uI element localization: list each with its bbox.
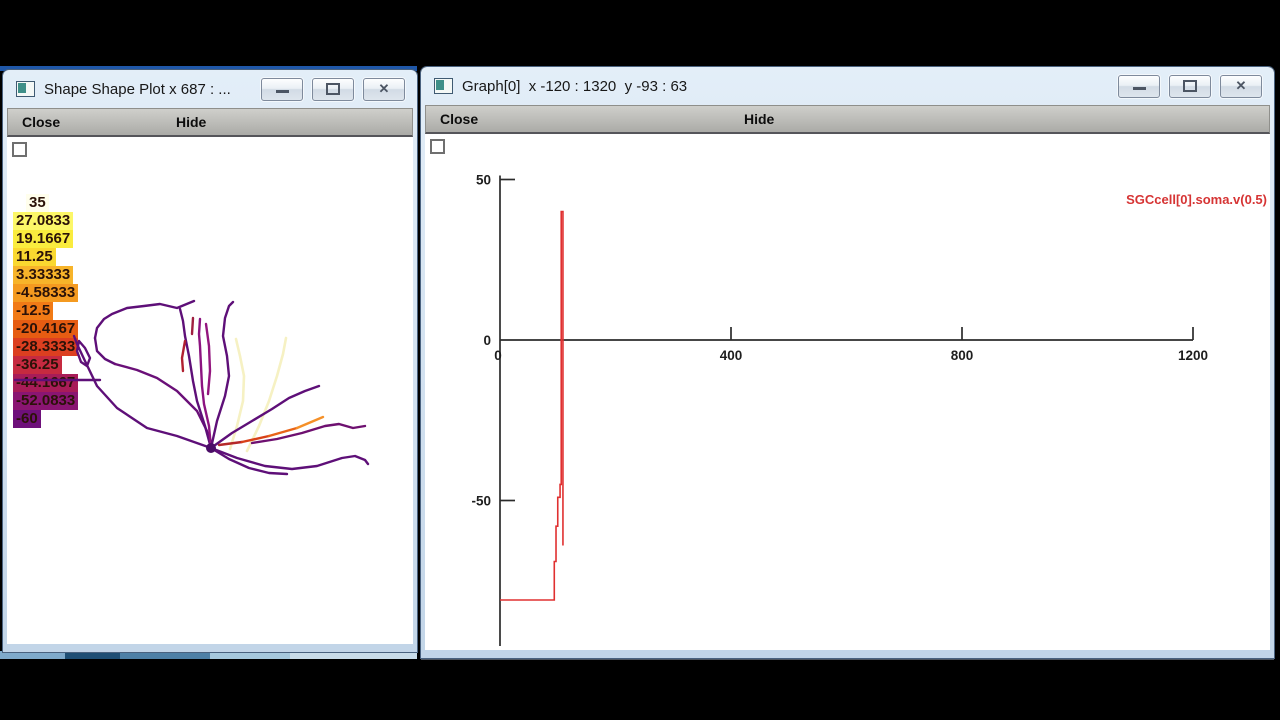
dendrite-branch xyxy=(206,324,210,394)
taskbar-segment xyxy=(0,651,65,659)
soma xyxy=(206,443,216,453)
window-app-icon xyxy=(434,78,453,94)
graph-canvas: 50 0 -50 0 400 800 1200 SGCcell[0].soma.v(0.5) xyxy=(425,134,1270,650)
maximize-button[interactable] xyxy=(1169,75,1211,98)
taskbar-segment xyxy=(210,651,290,659)
morphology-svg xyxy=(7,137,411,644)
minimize-button[interactable] xyxy=(1118,75,1160,98)
window-app-icon xyxy=(16,81,35,97)
minimize-icon xyxy=(1133,87,1146,90)
taskbar-segment xyxy=(120,651,210,659)
shape-plot-window: Shape Shape Plot x 687 : ... ✕ Close Hid… xyxy=(3,70,417,652)
dendrite-branch xyxy=(95,338,115,364)
minimize-icon xyxy=(276,90,289,93)
shape-plot-menubar: Close Hide xyxy=(7,108,413,137)
close-icon: ✕ xyxy=(379,81,390,96)
x-tick-label: 1200 xyxy=(1178,348,1208,363)
menu-item-close[interactable]: Close xyxy=(426,111,478,127)
y-tick-label: 50 xyxy=(476,173,491,188)
menu-item-close[interactable]: Close xyxy=(8,114,60,130)
close-button[interactable]: ✕ xyxy=(1220,75,1262,98)
dendrite-branch xyxy=(182,341,185,371)
taskbar-segment xyxy=(290,651,417,659)
dendrite-branch xyxy=(211,448,368,469)
window-title: Graph[0] x -120 : 1320 y -93 : 63 xyxy=(462,78,687,95)
minimize-button[interactable] xyxy=(261,78,303,101)
x-tick-label: 800 xyxy=(951,348,974,363)
graph-menubar: Close Hide xyxy=(425,105,1270,134)
y-tick-label: 0 xyxy=(483,333,491,348)
dendrite-branch xyxy=(211,386,319,448)
window-title: Shape Shape Plot x 687 : ... xyxy=(44,81,231,98)
voltage-trace xyxy=(500,212,563,600)
y-tick-label: -50 xyxy=(471,494,491,509)
taskbar-segment xyxy=(65,651,120,659)
graph-window: Graph[0] x -120 : 1320 y -93 : 63 ✕ Clos… xyxy=(421,67,1274,658)
dendrite-branch xyxy=(74,336,211,448)
dendrite-branch xyxy=(95,301,194,338)
dendrite-branch xyxy=(211,302,233,448)
menu-item-hide[interactable]: Hide xyxy=(176,114,206,130)
close-button[interactable]: ✕ xyxy=(363,78,405,101)
dendrite-branch xyxy=(297,417,323,428)
maximize-icon xyxy=(1183,80,1197,92)
taskbar-sliver xyxy=(0,651,417,659)
x-tick-label: 400 xyxy=(720,348,743,363)
dendrite-branch xyxy=(115,364,211,448)
dendrite-branch xyxy=(252,424,365,443)
maximize-button[interactable] xyxy=(312,78,354,101)
close-icon: ✕ xyxy=(1236,78,1247,93)
maximize-icon xyxy=(326,83,340,95)
shape-plot-titlebar[interactable]: Shape Shape Plot x 687 : ... ✕ xyxy=(7,70,413,108)
shape-plot-canvas: 3527.083319.166711.253.33333-4.58333-12.… xyxy=(7,137,413,644)
x-tick-label: 0 xyxy=(494,348,502,363)
menu-item-hide[interactable]: Hide xyxy=(744,111,774,127)
trace-legend-label[interactable]: SGCcell[0].soma.v(0.5) xyxy=(1126,192,1267,207)
graph-titlebar[interactable]: Graph[0] x -120 : 1320 y -93 : 63 ✕ xyxy=(425,67,1270,105)
dendrite-branch xyxy=(219,442,242,445)
dendrite-branch xyxy=(192,318,193,334)
graph-svg: 50 0 -50 0 400 800 1200 xyxy=(425,134,1270,650)
dendrite-branch xyxy=(77,341,90,366)
